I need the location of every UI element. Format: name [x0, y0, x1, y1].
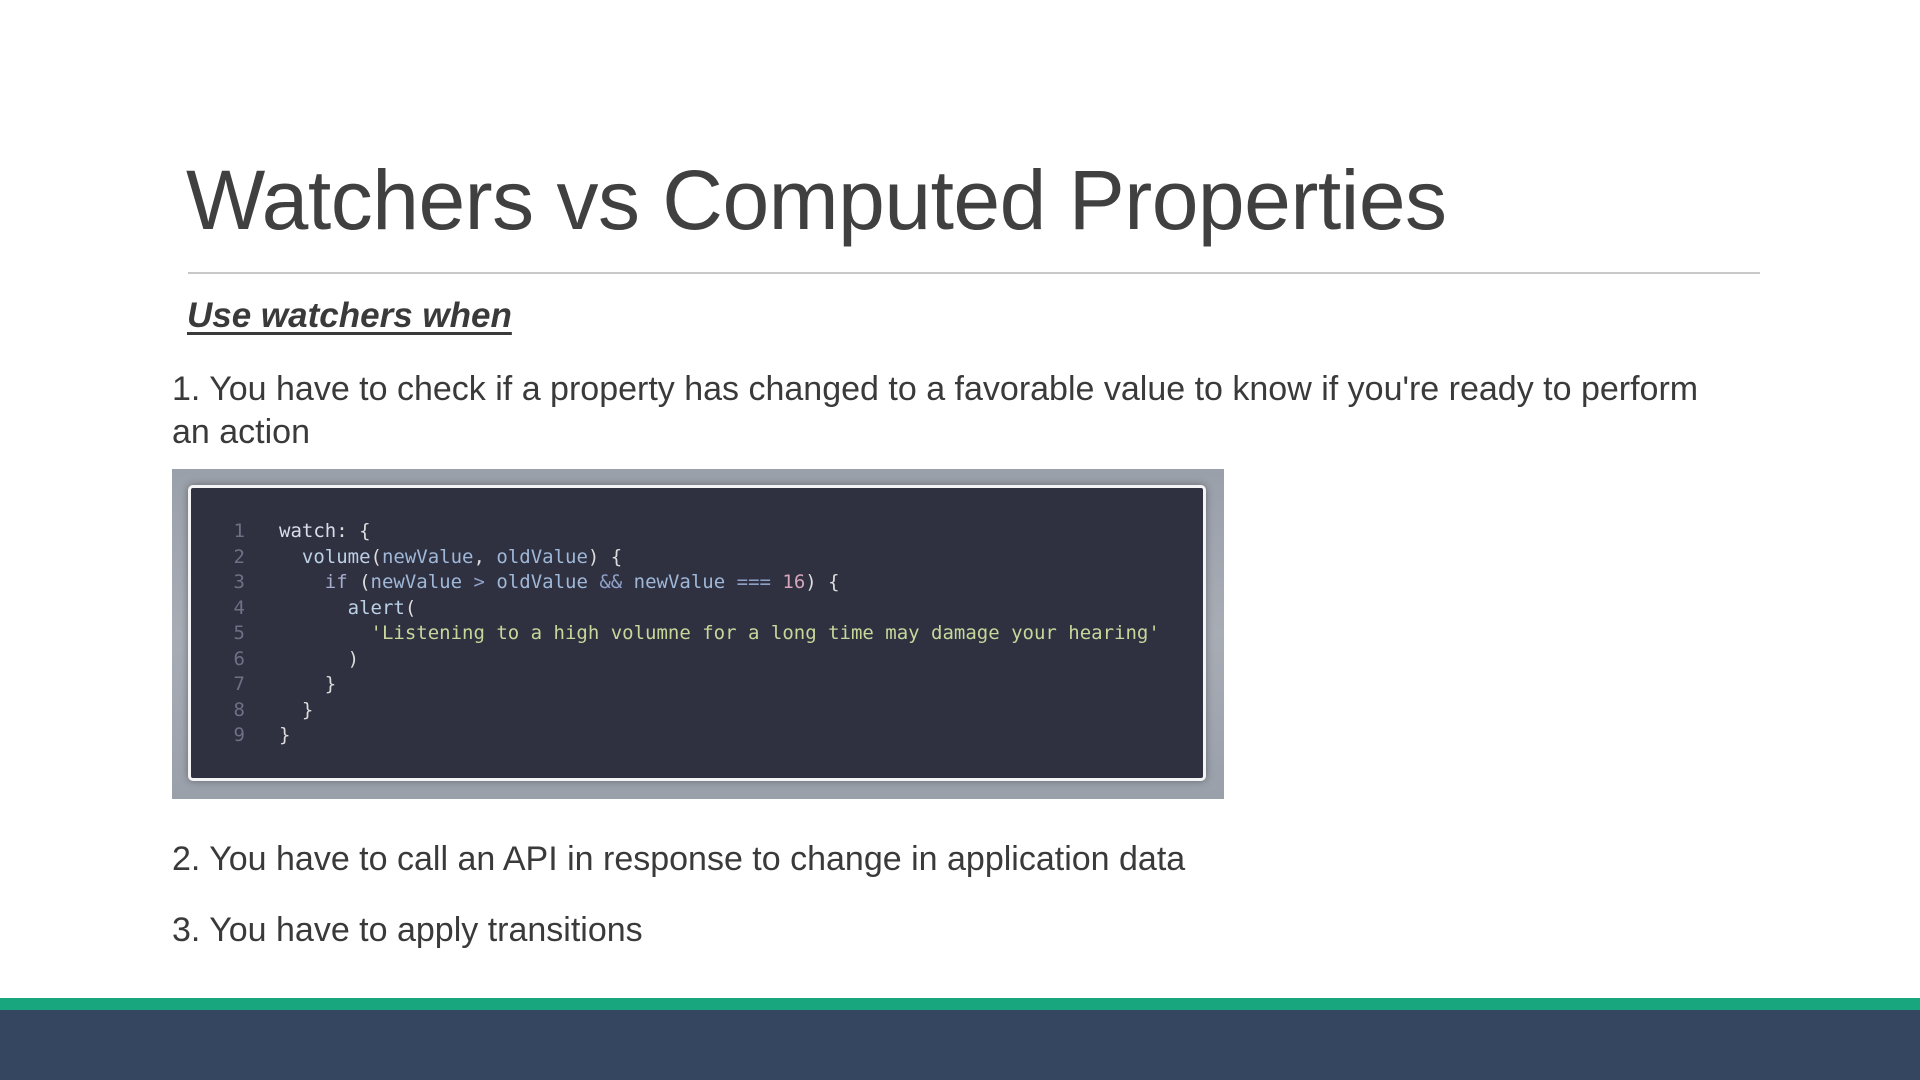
code-block: 1 watch: {2 volume(newValue, oldValue) {3…	[188, 485, 1206, 781]
code-token: if	[324, 571, 348, 593]
code-token: >	[462, 571, 497, 593]
code-token: volume	[301, 545, 371, 568]
bullet-point-3: 3. You have to apply transitions	[172, 911, 643, 949]
code-token: newValue	[370, 571, 463, 593]
code-token: ===	[725, 571, 783, 593]
code-token: }	[279, 724, 291, 746]
code-line: 7 }	[191, 672, 1160, 698]
code-token: ) {	[587, 545, 623, 568]
bullet-point-2: 2. You have to call an API in response t…	[172, 840, 1186, 878]
code-token: (	[370, 545, 382, 568]
code-token: ) {	[805, 571, 840, 593]
code-token: ,	[473, 545, 497, 568]
code-line: 8 }	[191, 698, 1160, 724]
code-token: alert	[347, 596, 405, 619]
line-number: 6	[233, 647, 245, 670]
title-divider	[188, 272, 1760, 274]
line-number: 2	[233, 545, 245, 568]
slide: Watchers vs Computed Properties Use watc…	[0, 0, 1920, 1080]
section-subheading: Use watchers when	[187, 296, 512, 335]
code-line: 1 watch: {	[191, 519, 1160, 545]
code-token: : {	[336, 520, 371, 542]
code-lines: 1 watch: {2 volume(newValue, oldValue) {3…	[191, 519, 1160, 749]
line-number: 8	[233, 698, 245, 721]
code-token: 'Listening to a high volumne for a long …	[370, 622, 1160, 644]
line-number: 5	[233, 622, 245, 644]
code-token: oldValue	[496, 545, 588, 568]
code-token: newValue	[381, 545, 474, 568]
footer-accent-stripe	[0, 998, 1920, 1010]
line-number: 9	[233, 724, 245, 746]
code-token: (	[347, 571, 371, 593]
line-number: 1	[233, 520, 245, 542]
code-token: }	[279, 673, 337, 695]
code-screenshot: 1 watch: {2 volume(newValue, oldValue) {3…	[172, 469, 1224, 799]
line-number: 4	[233, 596, 245, 619]
code-line: 6 )	[191, 647, 1160, 673]
code-token: oldValue	[496, 571, 588, 593]
code-token: )	[279, 647, 360, 670]
bullet-point-1: 1. You have to check if a property has c…	[172, 370, 1699, 451]
code-line: 2 volume(newValue, oldValue) {	[191, 545, 1160, 571]
code-line: 5 'Listening to a high volumne for a lon…	[191, 621, 1160, 647]
code-token: }	[279, 698, 314, 721]
code-line: 3 if (newValue > oldValue && newValue ==…	[191, 570, 1160, 596]
slide-title: Watchers vs Computed Properties	[186, 153, 1447, 247]
line-number: 3	[233, 571, 245, 593]
code-token: newValue	[633, 571, 726, 593]
code-token: 16	[782, 571, 806, 593]
code-token: watch	[279, 520, 337, 542]
code-line: 4 alert(	[191, 596, 1160, 622]
code-token: (	[404, 596, 417, 619]
line-number: 7	[233, 673, 245, 695]
code-token: &&	[587, 571, 634, 593]
code-line: 9}	[191, 723, 1160, 749]
footer-bar	[0, 1010, 1920, 1080]
